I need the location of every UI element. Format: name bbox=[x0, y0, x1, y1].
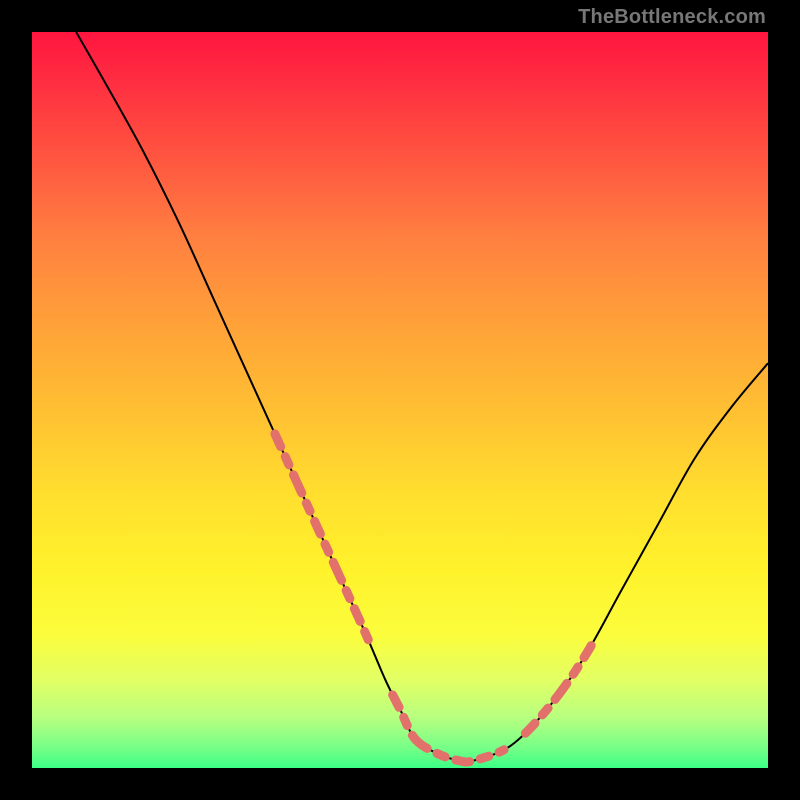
watermark-text: TheBottleneck.com bbox=[578, 6, 766, 29]
chart-frame: TheBottleneck.com bbox=[0, 0, 800, 800]
bottleneck-curve-path bbox=[76, 32, 768, 762]
dash-right bbox=[525, 645, 591, 733]
dash-floor bbox=[393, 695, 504, 762]
dash-overlay-group bbox=[275, 434, 592, 762]
curve-svg bbox=[32, 32, 768, 768]
plot-area bbox=[32, 32, 768, 768]
